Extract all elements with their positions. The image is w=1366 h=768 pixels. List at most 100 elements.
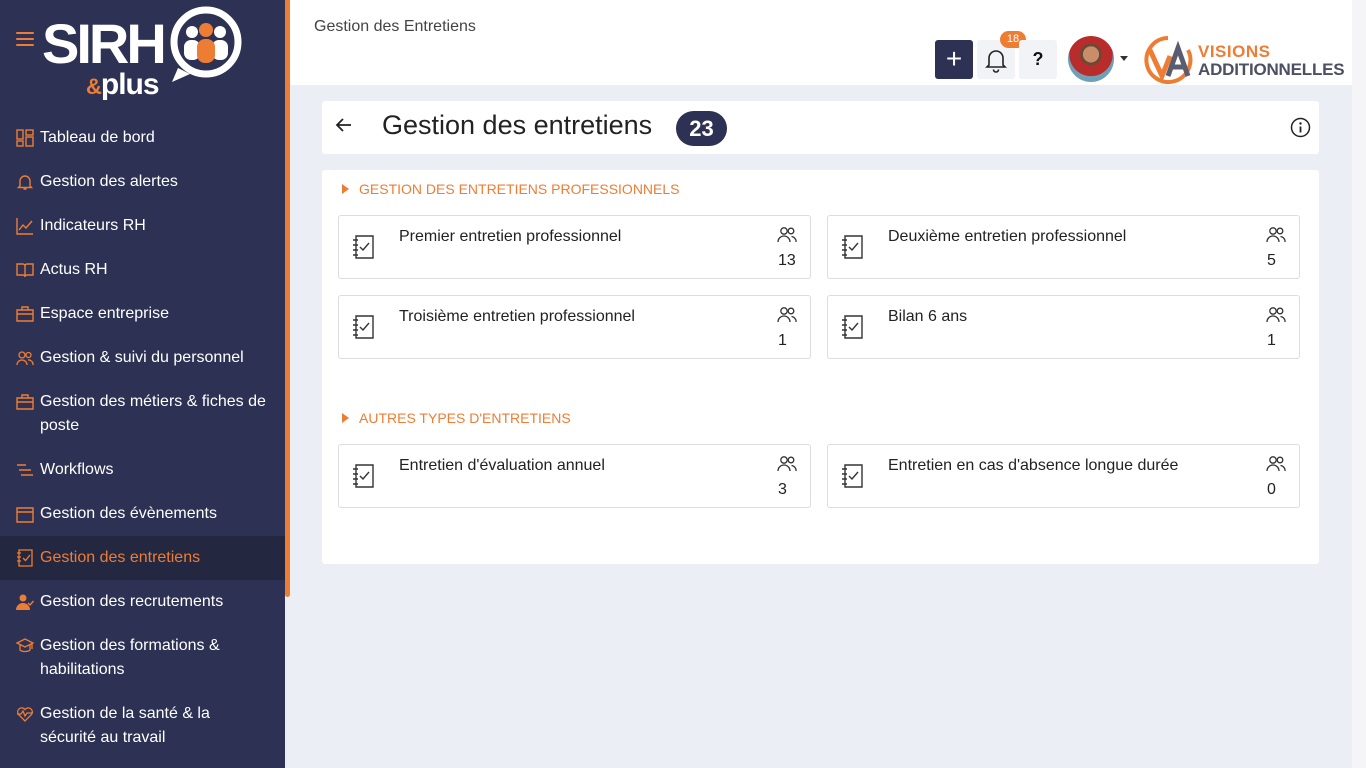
tile-label: Entretien d'évaluation annuel (399, 457, 605, 474)
interview-tile[interactable]: Troisième entretien professionnel 1 (338, 295, 811, 359)
calendar-icon (16, 507, 34, 523)
users-icon (1266, 307, 1286, 323)
sidebar-item-gestion-recrutements[interactable]: Gestion des recrutements (0, 580, 285, 624)
sidebar-nav: Tableau de bord Gestion des alertes Indi… (0, 116, 285, 760)
line-chart-icon (16, 218, 33, 235)
help-button[interactable]: ? (1019, 40, 1057, 79)
topbar: Gestion des Entretiens + 18 ? VISIONS AD… (290, 0, 1352, 85)
sidebar-item-gestion-evenements[interactable]: Gestion des évènements (0, 492, 285, 536)
sidebar-item-label: Actus RH (40, 261, 108, 278)
interview-tile[interactable]: Entretien en cas d'absence longue durée … (827, 444, 1300, 508)
sidebar-item-actus-rh[interactable]: Actus RH (0, 248, 285, 292)
checklist-icon (353, 315, 374, 339)
back-arrow-icon[interactable] (334, 115, 354, 135)
checklist-icon (842, 235, 863, 259)
bell-icon (16, 175, 34, 190)
sidebar-item-workflows[interactable]: Workflows (0, 448, 285, 492)
interview-tile[interactable]: Premier entretien professionnel 13 (338, 215, 811, 279)
interview-tile[interactable]: Entretien d'évaluation annuel 3 (338, 444, 811, 508)
section-header-other[interactable]: AUTRES TYPES D'ENTRETIENS (342, 410, 571, 426)
sidebar-item-label: Gestion & suivi du personnel (40, 349, 244, 366)
breadcrumb: Gestion des Entretiens (314, 18, 476, 35)
tile-count: 5 (1267, 252, 1276, 269)
sidebar-item-label: Espace entreprise (40, 305, 169, 322)
sidebar-item-label: Indicateurs RH (40, 217, 146, 234)
app-logo[interactable]: SIRH &plus (40, 6, 250, 106)
page-header: Gestion des entretiens 23 (322, 101, 1319, 154)
section-header-professional[interactable]: GESTION DES ENTRETIENS PROFESSIONNELS (342, 181, 680, 197)
interview-tile[interactable]: Bilan 6 ans 1 (827, 295, 1300, 359)
interview-tile[interactable]: Deuxième entretien professionnel 5 (827, 215, 1300, 279)
graduation-cap-icon (16, 638, 34, 653)
checklist-icon (353, 464, 374, 488)
sidebar-item-label: Gestion des formations & habilitations (40, 637, 220, 678)
sidebar-item-gestion-suivi-personnel[interactable]: Gestion & suivi du personnel (0, 336, 285, 380)
sidebar-item-gestion-formations[interactable]: Gestion des formations & habilitations (0, 624, 285, 692)
users-icon (777, 456, 797, 472)
checklist-icon (842, 315, 863, 339)
caret-right-icon (342, 184, 349, 194)
sidebar-scrollbar-thumb[interactable] (285, 0, 290, 597)
tile-count: 3 (778, 481, 787, 498)
company-logo: VISIONS ADDITIONNELLES (1140, 34, 1345, 86)
total-count-badge: 23 (676, 111, 727, 146)
tile-label: Bilan 6 ans (888, 308, 968, 325)
sidebar-item-label: Workflows (40, 461, 114, 478)
tile-label: Troisième entretien professionnel (399, 308, 635, 325)
users-icon (1266, 456, 1286, 472)
user-check-icon (16, 594, 34, 610)
checklist-icon (842, 464, 863, 488)
list-icon (17, 464, 33, 476)
sidebar-item-label: Gestion des métiers & fiches de poste (40, 393, 266, 434)
page-title: Gestion des entretiens (382, 110, 653, 140)
sidebar-item-label: Gestion des recrutements (40, 593, 224, 610)
sidebar-item-gestion-metiers[interactable]: Gestion des métiers & fiches de poste (0, 380, 285, 448)
tile-count: 13 (778, 252, 796, 269)
chevron-down-icon[interactable] (1120, 56, 1128, 61)
company-name-line1: VISIONS (1198, 42, 1271, 61)
company-logo-icon (1144, 36, 1193, 84)
briefcase-icon (16, 394, 34, 410)
users-icon (777, 227, 797, 243)
tile-count: 1 (778, 332, 787, 349)
company-name-line2: ADDITIONNELLES (1198, 60, 1345, 79)
sidebar: SIRH &plus Tableau de bord Gestion des a… (0, 0, 285, 768)
sidebar-item-label: Gestion des entretiens (40, 549, 201, 566)
dashboard-icon (16, 129, 34, 147)
section-title: GESTION DES ENTRETIENS PROFESSIONNELS (359, 181, 680, 197)
sidebar-item-label: Gestion des évènements (40, 505, 217, 522)
tile-count: 0 (1267, 481, 1276, 498)
sidebar-item-label: Tableau de bord (40, 129, 155, 146)
users-icon (1266, 227, 1286, 243)
logo-text: SIRH (42, 12, 167, 75)
logo-sub-text: &plus (86, 68, 160, 101)
logo-people-icon (170, 6, 242, 82)
interviews-panel: GESTION DES ENTRETIENS PROFESSIONNELS Pr… (322, 170, 1319, 564)
heart-pulse-icon (17, 707, 33, 722)
tile-count: 1 (1267, 332, 1276, 349)
info-icon[interactable] (1290, 117, 1311, 138)
checklist-icon (353, 235, 374, 259)
users-icon (16, 351, 34, 366)
sidebar-item-gestion-sante-securite[interactable]: Gestion de la santé & la sécurité au tra… (0, 692, 285, 760)
sidebar-item-gestion-entretiens[interactable]: Gestion des entretiens (0, 536, 285, 580)
hamburger-menu-icon[interactable] (16, 32, 34, 46)
sidebar-item-label: Gestion de la santé & la sécurité au tra… (40, 705, 210, 746)
sidebar-item-espace-entreprise[interactable]: Espace entreprise (0, 292, 285, 336)
section-title: AUTRES TYPES D'ENTRETIENS (359, 410, 571, 426)
sidebar-item-gestion-des-alertes[interactable]: Gestion des alertes (0, 160, 285, 204)
users-icon (777, 307, 797, 323)
avatar[interactable] (1068, 36, 1114, 82)
sidebar-item-label: Gestion des alertes (40, 173, 178, 190)
add-button[interactable]: + (935, 40, 973, 79)
sidebar-item-indicateurs-rh[interactable]: Indicateurs RH (0, 204, 285, 248)
tile-label: Deuxième entretien professionnel (888, 228, 1127, 245)
caret-right-icon (342, 413, 349, 423)
sidebar-item-tableau-de-bord[interactable]: Tableau de bord (0, 116, 285, 160)
tile-label: Entretien en cas d'absence longue durée (888, 457, 1179, 474)
window-scrollbar-track (1352, 0, 1366, 768)
tile-label: Premier entretien professionnel (399, 228, 622, 245)
checklist-icon (17, 549, 33, 567)
briefcase-icon (16, 306, 34, 322)
book-icon (16, 263, 34, 278)
